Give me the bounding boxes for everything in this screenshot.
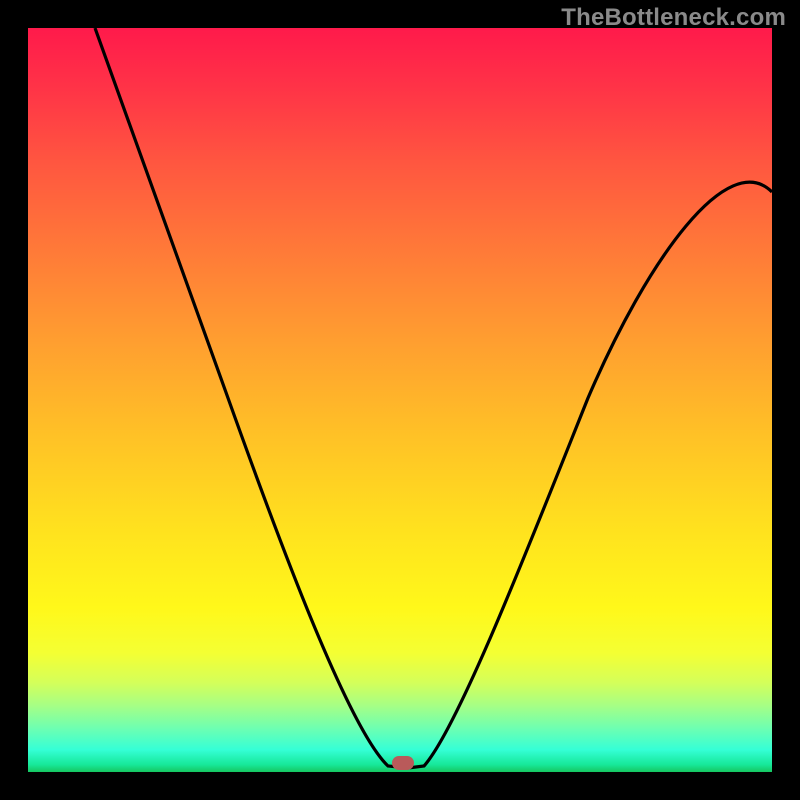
curve-path: [95, 28, 772, 768]
watermark-text: TheBottleneck.com: [561, 4, 786, 32]
bottleneck-curve: [28, 28, 772, 772]
optimum-marker: [392, 756, 414, 770]
chart-frame: TheBottleneck.com: [0, 0, 800, 800]
